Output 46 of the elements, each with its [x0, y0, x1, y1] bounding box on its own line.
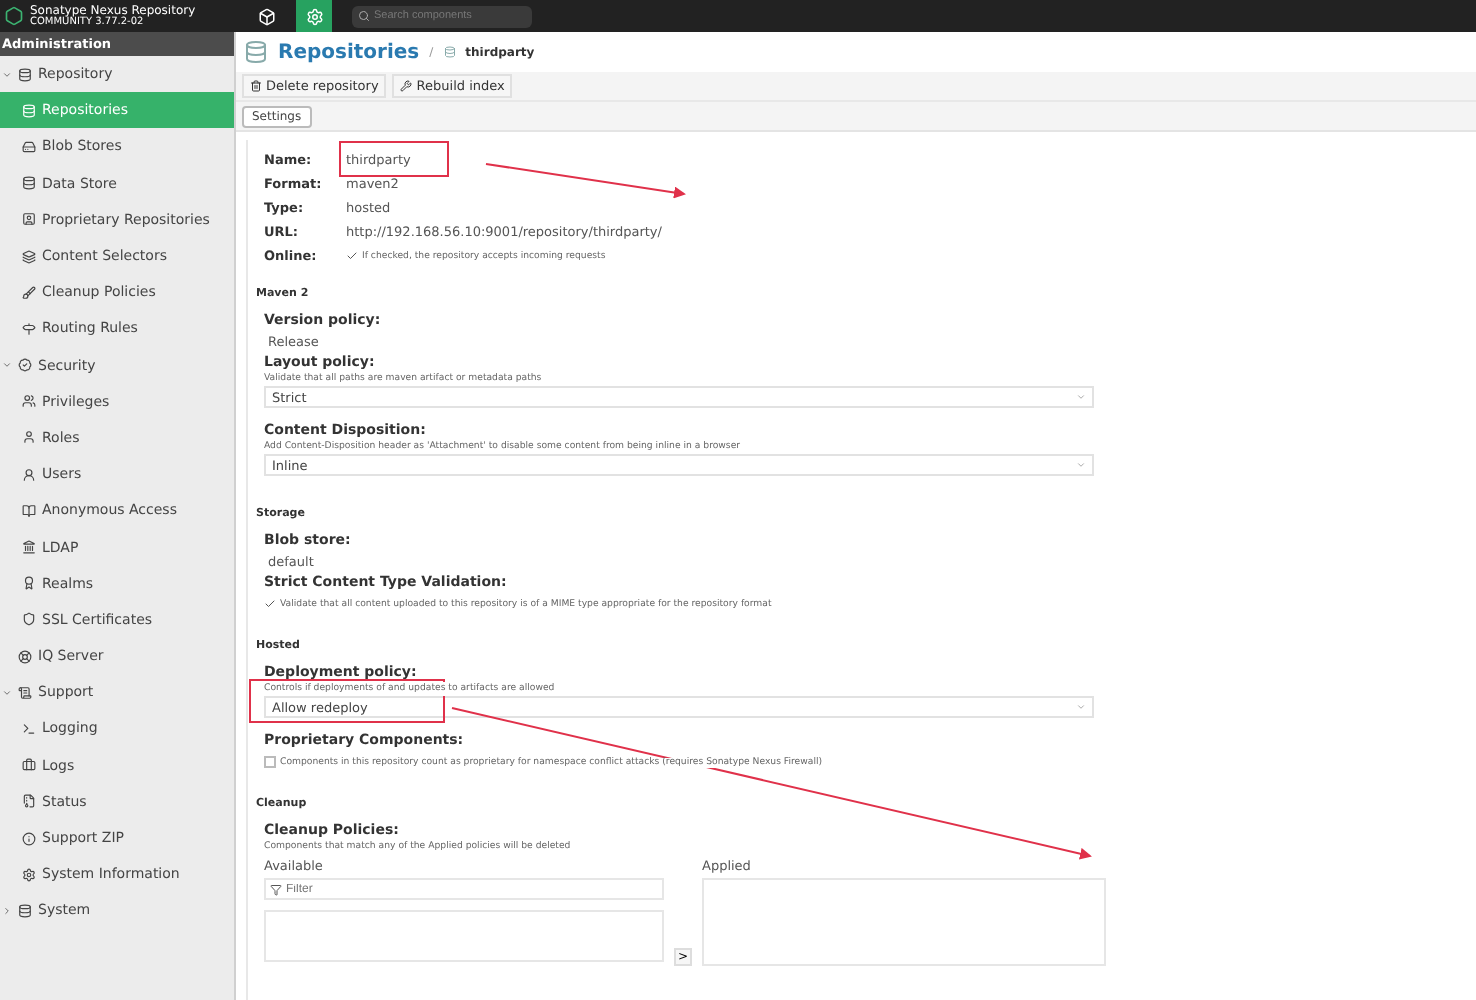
user-icon — [22, 430, 36, 445]
wrench-icon — [400, 80, 413, 92]
caret-icon — [2, 905, 12, 916]
building-icon — [22, 540, 36, 555]
filter-icon — [270, 883, 282, 895]
annotation-frame — [339, 141, 449, 177]
user-icon — [22, 467, 36, 482]
database-icon — [18, 903, 32, 918]
caret-icon — [1076, 392, 1086, 402]
database-icon — [22, 176, 36, 191]
settings-button[interactable] — [296, 0, 332, 32]
caret-icon — [1076, 460, 1086, 470]
checkbox[interactable] — [264, 756, 276, 768]
signpost-icon — [22, 321, 36, 336]
trash-icon — [250, 80, 262, 92]
shield-icon — [22, 612, 36, 627]
database-icon — [443, 46, 456, 58]
brush-icon — [22, 285, 36, 300]
drive-icon — [22, 139, 36, 154]
database-icon — [244, 40, 268, 64]
layers-icon — [22, 249, 36, 264]
archive-icon — [22, 794, 36, 809]
caret-icon — [1076, 702, 1086, 712]
caret-icon — [2, 69, 12, 80]
lifebuoy-icon — [18, 649, 32, 664]
page-title: Repositories — [278, 41, 420, 63]
database-icon — [22, 103, 36, 118]
book-icon — [22, 503, 36, 518]
users-icon — [22, 394, 36, 409]
search-icon — [358, 10, 370, 22]
terminal-icon — [22, 721, 36, 736]
checkbox[interactable] — [264, 598, 276, 610]
scroll-icon — [18, 685, 32, 700]
settings-icon — [305, 7, 323, 25]
badge-icon — [18, 358, 32, 373]
certificate-icon — [22, 576, 36, 591]
checkbox[interactable] — [346, 250, 358, 262]
user-icon — [22, 212, 36, 227]
caret-icon — [2, 687, 12, 698]
settings-icon — [22, 867, 36, 882]
caret-icon — [2, 360, 12, 371]
cube-icon — [257, 7, 275, 25]
database-icon — [18, 67, 32, 82]
info-icon — [22, 831, 36, 846]
briefcase-icon — [22, 758, 36, 773]
logo-icon — [4, 6, 24, 26]
